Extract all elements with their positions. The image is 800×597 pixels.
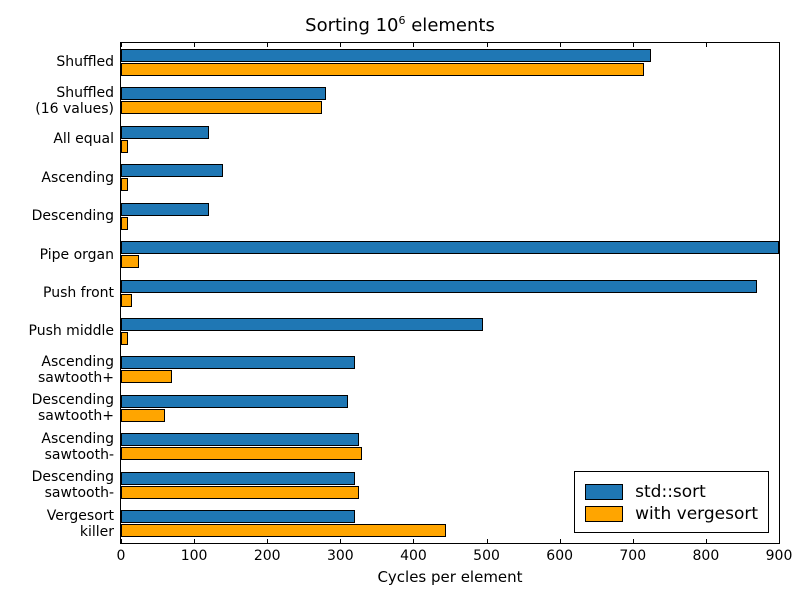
- title-prefix: Sorting: [305, 15, 375, 36]
- bar-vergesort: [121, 486, 359, 499]
- x-tick-mark: [267, 42, 268, 47]
- bar-std-sort: [121, 356, 355, 369]
- legend-swatch-vergesort: [585, 506, 623, 522]
- x-tick-mark: [560, 42, 561, 47]
- y-tick-label: Descending: [32, 208, 114, 224]
- bar-vergesort: [121, 217, 128, 230]
- bar-std-sort: [121, 126, 209, 139]
- x-tick-mark: [706, 539, 707, 544]
- y-tick-label: Shuffled: [56, 54, 114, 70]
- x-axis-label: Cycles per element: [120, 568, 780, 586]
- x-tick-mark: [340, 539, 341, 544]
- bar-std-sort: [121, 241, 779, 254]
- x-tick-label: 900: [766, 548, 793, 564]
- x-tick-label: 300: [327, 548, 354, 564]
- bar-vergesort: [121, 255, 139, 268]
- x-tick-mark: [487, 42, 488, 47]
- y-tick-label: Ascending sawtooth-: [41, 431, 114, 463]
- bar-vergesort: [121, 63, 644, 76]
- bar-std-sort: [121, 49, 651, 62]
- x-tick-mark: [779, 539, 780, 544]
- bar-std-sort: [121, 395, 348, 408]
- bar-vergesort: [121, 101, 322, 114]
- chart-title: Sorting 106 elements: [0, 14, 800, 36]
- x-tick-mark: [487, 539, 488, 544]
- title-exponent: 6: [399, 14, 406, 27]
- x-tick-mark: [121, 539, 122, 544]
- figure: Sorting 106 elements std::sort with verg…: [0, 0, 800, 597]
- x-tick-mark: [121, 42, 122, 47]
- y-tick-label: All equal: [53, 131, 114, 147]
- x-tick-label: 800: [693, 548, 720, 564]
- x-tick-label: 100: [181, 548, 208, 564]
- legend-item-vergesort: with vergesort: [585, 504, 758, 524]
- bar-vergesort: [121, 332, 128, 345]
- bar-std-sort: [121, 164, 223, 177]
- x-tick-mark: [267, 539, 268, 544]
- bar-vergesort: [121, 140, 128, 153]
- legend-item-std-sort: std::sort: [585, 482, 758, 502]
- legend-swatch-std: [585, 484, 623, 500]
- bar-std-sort: [121, 510, 355, 523]
- x-tick-mark: [633, 42, 634, 47]
- y-tick-label: Ascending: [41, 170, 114, 186]
- x-tick-label: 600: [546, 548, 573, 564]
- bar-std-sort: [121, 472, 355, 485]
- x-tick-mark: [340, 42, 341, 47]
- y-tick-label: Descending sawtooth-: [32, 469, 114, 501]
- y-tick-label: Pipe organ: [40, 246, 114, 262]
- x-tick-label: 700: [619, 548, 646, 564]
- x-tick-mark: [413, 539, 414, 544]
- bar-std-sort: [121, 318, 483, 331]
- x-tick-label: 0: [117, 548, 126, 564]
- bar-vergesort: [121, 294, 132, 307]
- x-tick-mark: [413, 42, 414, 47]
- y-tick-label: Descending sawtooth+: [32, 392, 114, 424]
- x-tick-mark: [194, 42, 195, 47]
- title-suffix: elements: [406, 15, 495, 36]
- x-tick-mark: [706, 42, 707, 47]
- legend-label-std: std::sort: [635, 482, 706, 502]
- bar-vergesort: [121, 178, 128, 191]
- bar-std-sort: [121, 87, 326, 100]
- x-tick-label: 400: [400, 548, 427, 564]
- bar-vergesort: [121, 524, 446, 537]
- bar-vergesort: [121, 447, 362, 460]
- plot-area: std::sort with vergesort: [120, 42, 780, 544]
- legend: std::sort with vergesort: [574, 471, 769, 533]
- x-tick-mark: [779, 42, 780, 47]
- x-tick-mark: [633, 539, 634, 544]
- bar-vergesort: [121, 409, 165, 422]
- y-tick-label: Ascending sawtooth+: [38, 354, 114, 386]
- x-tick-mark: [194, 539, 195, 544]
- bar-std-sort: [121, 280, 757, 293]
- legend-label-vergesort: with vergesort: [635, 504, 758, 524]
- x-tick-mark: [560, 539, 561, 544]
- x-tick-label: 500: [473, 548, 500, 564]
- bar-std-sort: [121, 433, 359, 446]
- y-tick-label: Shuffled (16 values): [35, 85, 114, 117]
- y-tick-label: Push front: [43, 285, 114, 301]
- y-tick-label: Push middle: [29, 323, 115, 339]
- y-tick-label: Vergesort killer: [47, 508, 114, 540]
- bar-std-sort: [121, 203, 209, 216]
- bar-vergesort: [121, 370, 172, 383]
- x-tick-label: 200: [254, 548, 281, 564]
- title-base: 10: [376, 15, 399, 36]
